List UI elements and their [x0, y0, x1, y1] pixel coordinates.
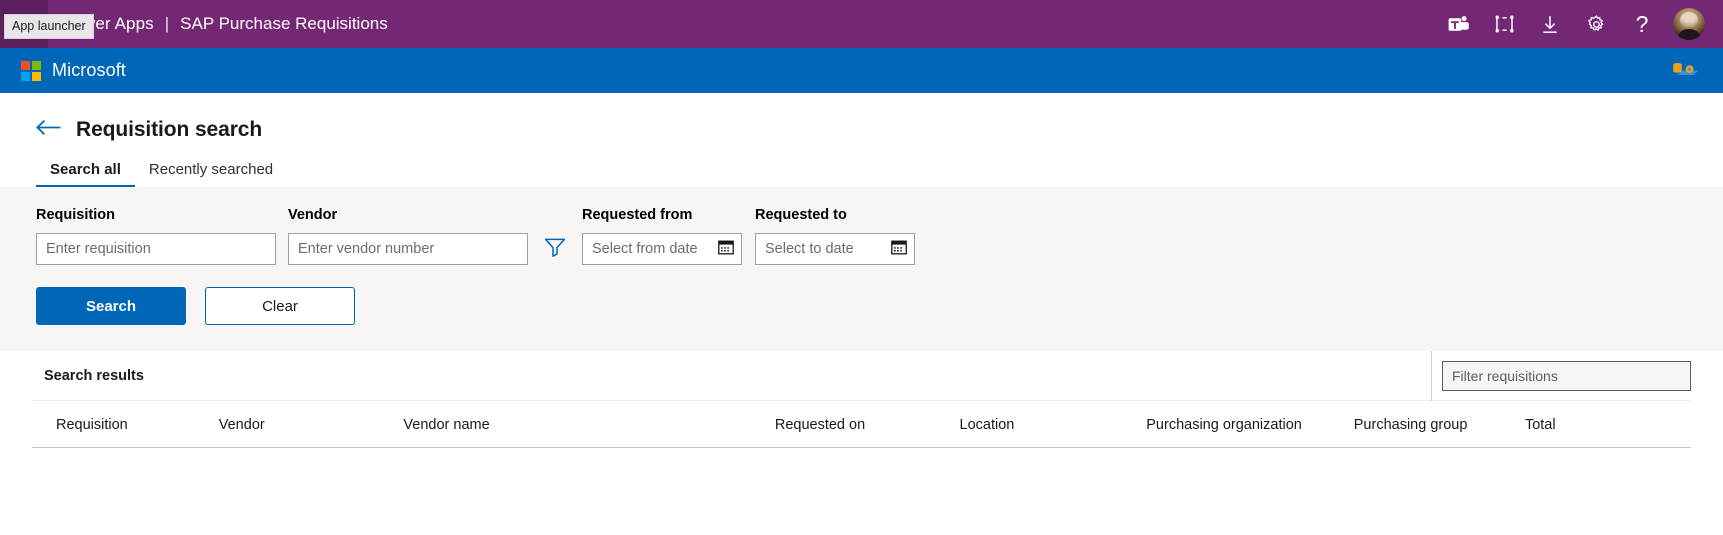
teams-icon: [1448, 15, 1469, 34]
gear-icon: [1587, 14, 1606, 34]
filter-field-row: Requisition Vendor Requested from: [0, 207, 1723, 265]
data-settings-button[interactable]: [1671, 60, 1701, 81]
column-header-location[interactable]: Location: [959, 401, 1147, 448]
search-button[interactable]: Search: [36, 287, 186, 325]
microsoft-brand-bar: Microsoft: [0, 48, 1723, 93]
column-header-purchasing-group[interactable]: Purchasing group: [1353, 401, 1525, 448]
results-table: Requisition Vendor Vendor name Requested…: [32, 401, 1691, 535]
column-header-purchasing-organization[interactable]: Purchasing organization: [1146, 401, 1354, 448]
requisition-input[interactable]: [36, 233, 276, 265]
column-header-vendor[interactable]: Vendor: [218, 401, 404, 448]
help-icon: ?: [1635, 10, 1649, 37]
column-header-requested-on[interactable]: Requested on: [774, 401, 960, 448]
microsoft-squares-icon: [21, 60, 41, 81]
results-table-header: Requisition Vendor Vendor name Requested…: [32, 401, 1691, 448]
back-button[interactable]: [36, 119, 62, 141]
suite-header-bar: Power Apps | SAP Purchase Requisitions ?…: [0, 0, 1723, 48]
filter-requisitions-input[interactable]: [1442, 360, 1691, 391]
filter-funnel-button[interactable]: [528, 233, 582, 265]
search-filter-panel: Requisition Vendor Requested from: [0, 187, 1723, 351]
column-header-requisition[interactable]: Requisition: [32, 401, 219, 448]
avatar[interactable]: [1673, 8, 1705, 40]
requested-to-field-group: Requested to: [755, 207, 915, 265]
teams-button[interactable]: [1435, 0, 1481, 48]
search-results-title: Search results: [44, 367, 144, 384]
page-title: Requisition search: [76, 118, 263, 141]
requisition-field-group: Requisition: [36, 207, 276, 265]
calendar-icon: [891, 239, 907, 260]
clear-button[interactable]: Clear: [205, 287, 355, 325]
requested-to-calendar-button[interactable]: [884, 234, 914, 264]
filter-button-row: Search Clear: [0, 287, 1723, 325]
suite-icon-group: ?: [1435, 0, 1723, 48]
vendor-input[interactable]: [288, 233, 528, 265]
filter-requisitions-cell: [1431, 350, 1691, 401]
help-button[interactable]: ?: [1619, 0, 1665, 48]
requested-to-label: Requested to: [755, 207, 847, 223]
requisition-label: Requisition: [36, 207, 115, 223]
search-results-section: Search results Requisition Vendor Vendor…: [32, 350, 1691, 535]
results-table-body: [32, 448, 1691, 535]
microsoft-wordmark: Microsoft: [52, 60, 126, 80]
app-launcher-tooltip: App launcher: [4, 14, 94, 39]
filter-funnel-icon: [544, 237, 566, 262]
calendar-icon: [718, 239, 734, 260]
column-header-total[interactable]: Total: [1524, 401, 1691, 448]
settings-button[interactable]: [1573, 0, 1619, 48]
requested-from-field-group: Requested from: [582, 207, 742, 265]
results-header-row: Requisition Vendor Vendor name Requested…: [32, 401, 1691, 448]
download-icon: [1541, 15, 1559, 34]
data-settings-icon: [1671, 60, 1701, 81]
column-header-vendor-name[interactable]: Vendor name: [403, 401, 775, 448]
microsoft-logo[interactable]: Microsoft: [0, 60, 126, 81]
requested-from-calendar-button[interactable]: [711, 234, 741, 264]
requested-from-label: Requested from: [582, 207, 693, 223]
page-header: Requisition search: [0, 93, 1723, 145]
tab-bar: Search all Recently searched: [0, 145, 1723, 187]
fullscreen-button[interactable]: [1481, 0, 1527, 48]
tab-search-all[interactable]: Search all: [36, 161, 135, 187]
suite-app-name[interactable]: SAP Purchase Requisitions: [180, 14, 388, 34]
back-arrow-icon: [36, 119, 62, 141]
search-results-header: Search results: [32, 350, 1691, 401]
tab-recently-searched[interactable]: Recently searched: [135, 161, 287, 187]
suite-separator: |: [164, 14, 170, 33]
vendor-field-group: Vendor: [288, 207, 528, 265]
download-button[interactable]: [1527, 0, 1573, 48]
vendor-label: Vendor: [288, 207, 338, 223]
screen-frame-icon: [1495, 15, 1514, 33]
